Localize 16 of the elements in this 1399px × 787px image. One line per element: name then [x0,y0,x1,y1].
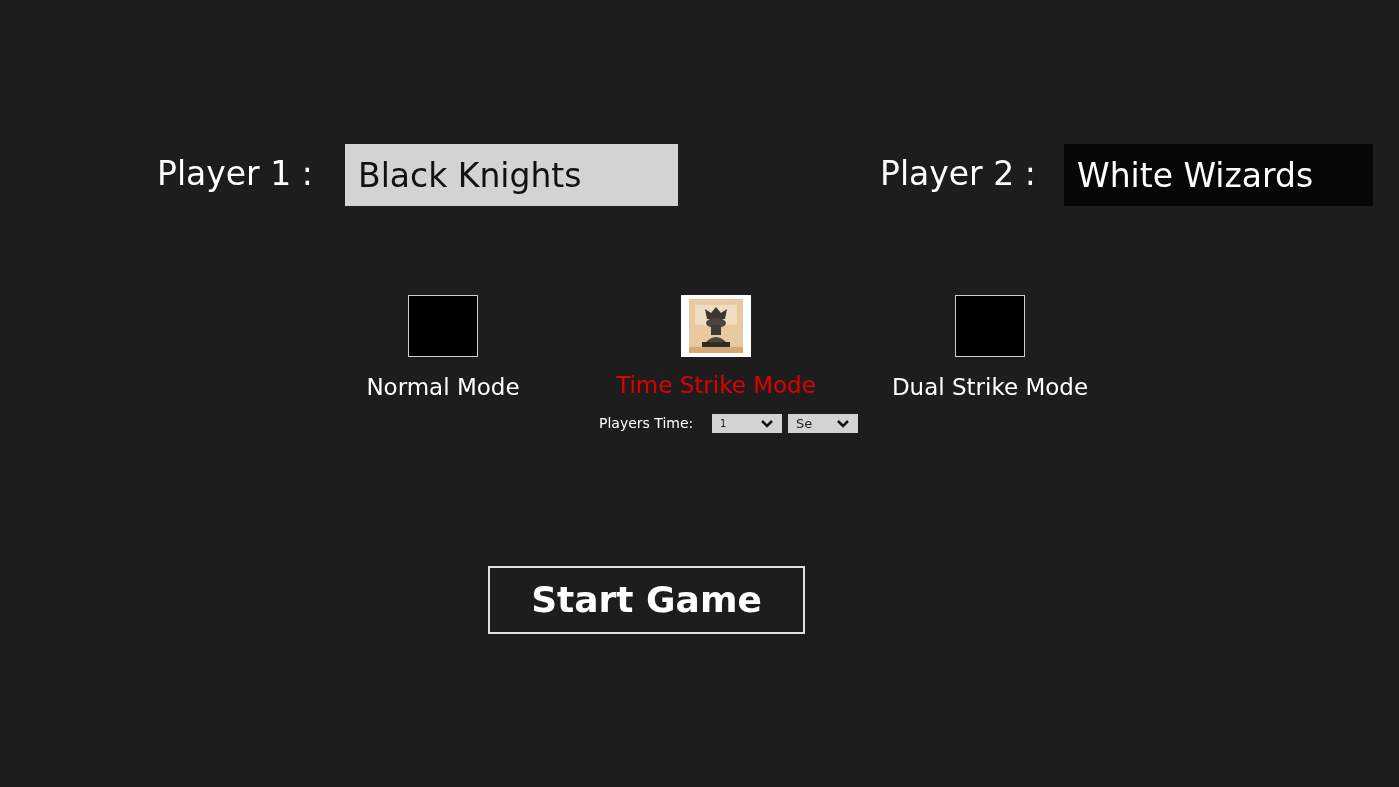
mode-tile[interactable] [955,295,1025,357]
mode-label: Time Strike Mode [615,371,817,399]
players-time-label: Players Time: [599,414,694,433]
rook-tile[interactable] [681,295,751,357]
chevron-down-icon [760,419,774,428]
mode-label: Dual Strike Mode [890,373,1090,401]
player-label: Player 1 : [157,154,313,194]
player-name-field[interactable]: Black Knights [345,144,678,206]
mode-tile[interactable] [408,295,478,357]
start-game-button[interactable]: Start Game [488,566,805,634]
player-label: Player 2 : [880,154,1036,194]
time-dropdown[interactable]: Se [788,414,858,433]
time-dropdown[interactable]: 1 [712,414,782,433]
chevron-down-icon [836,419,850,428]
mode-label: Normal Mode [365,373,521,401]
player-name-field[interactable]: White Wizards [1064,144,1373,206]
